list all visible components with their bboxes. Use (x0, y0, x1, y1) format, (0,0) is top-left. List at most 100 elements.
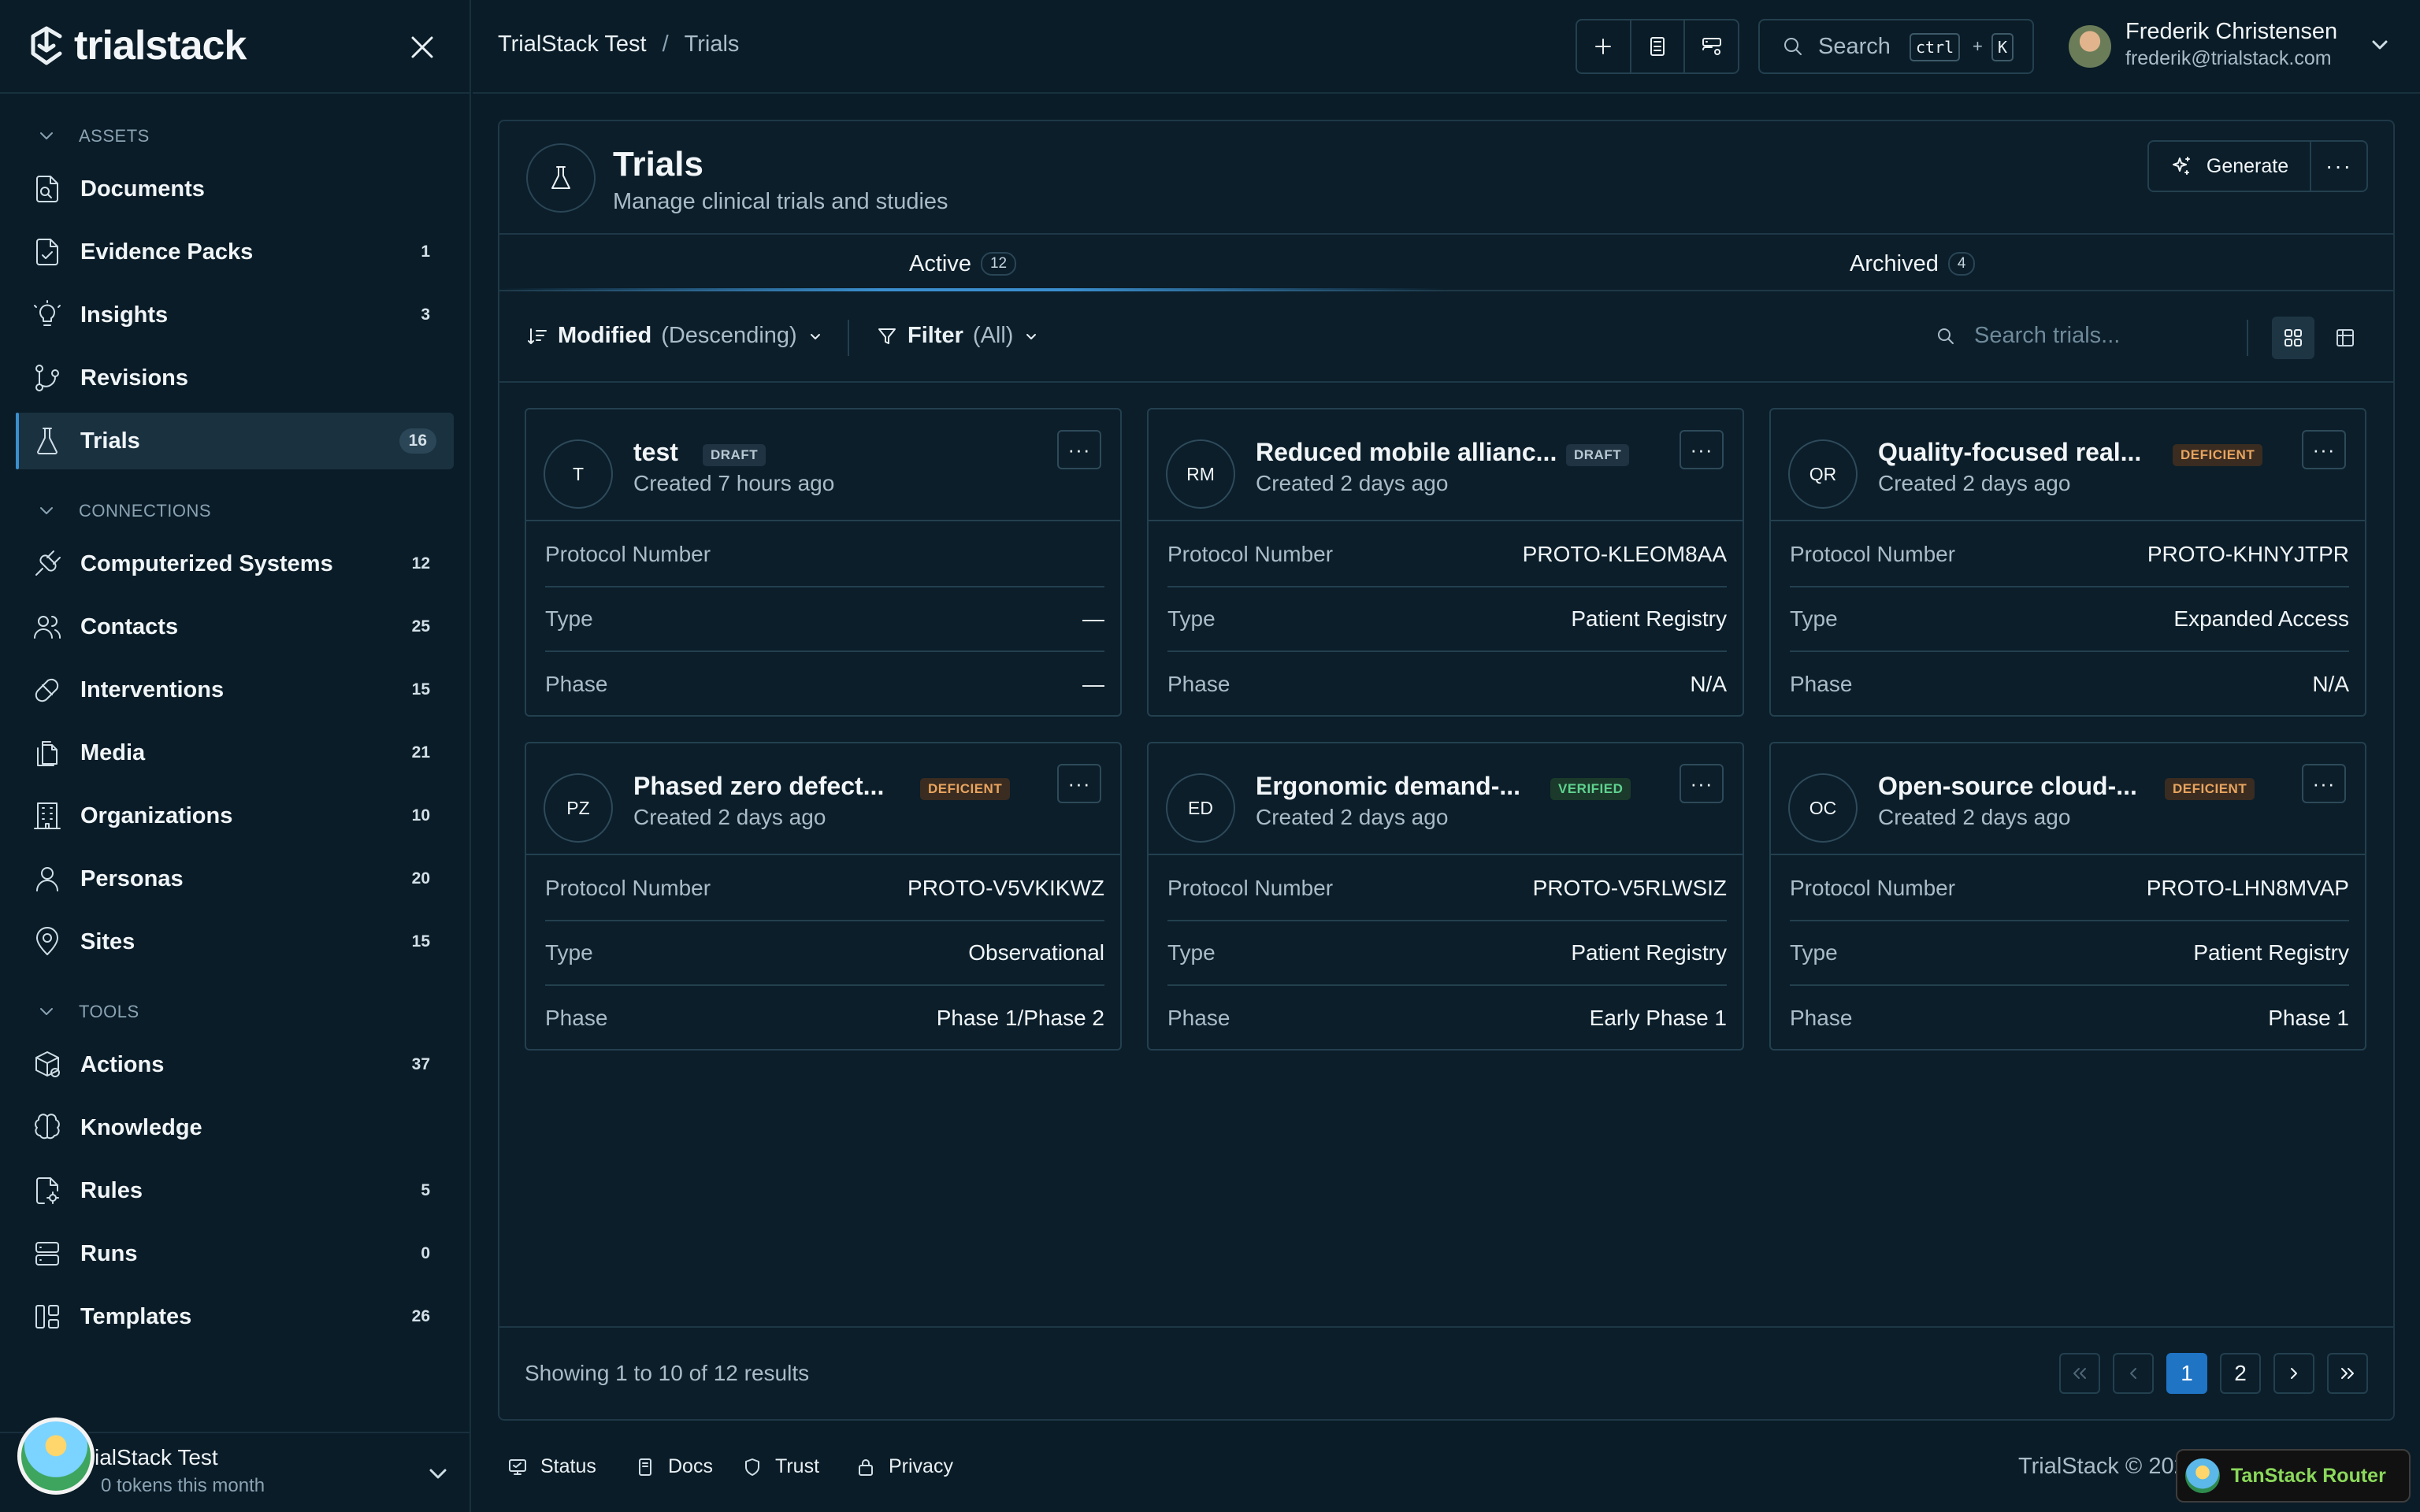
flask-icon (551, 166, 570, 189)
section-label: ASSETS (79, 126, 150, 146)
trial-created: Created 2 days ago (1256, 805, 1449, 829)
card-row: Phase — (545, 652, 1104, 717)
sidebar-item-rules[interactable]: Rules 5 (16, 1162, 454, 1219)
card-header: QR Quality-focused real... DEFICIENT Cre… (1771, 410, 2365, 521)
filter-dropdown[interactable]: Filter (All) (876, 323, 1040, 349)
sidebar-item-label: Insights (80, 302, 169, 328)
section-tools[interactable]: TOOLS (35, 1000, 139, 1024)
file-cog-icon (36, 1177, 59, 1204)
tab-archived[interactable]: Archived 4 (1850, 235, 1976, 293)
trial-search[interactable]: Search trials... (1935, 323, 2120, 349)
trial-title: Phased zero defect... (633, 772, 885, 800)
row-value: N/A (1690, 672, 1727, 696)
sidebar-item-sites[interactable]: Sites 15 (16, 914, 454, 970)
trust-link[interactable]: Trust (742, 1455, 819, 1478)
lightbulb-icon (34, 300, 61, 326)
page-1-button[interactable]: 1 (2166, 1353, 2207, 1394)
sidebar-item-personas[interactable]: Personas 20 (16, 850, 454, 907)
row-key: Type (1167, 940, 1216, 965)
page-2-button[interactable]: 2 (2220, 1353, 2261, 1394)
sidebar-item-templates[interactable]: Templates 26 (16, 1288, 454, 1345)
close-sidebar-icon[interactable] (406, 32, 438, 63)
chevron-down-icon (40, 1008, 53, 1015)
sidebar-item-trials[interactable]: Trials 16 (16, 413, 454, 469)
sidebar-item-label: Computerized Systems (80, 550, 333, 576)
section-assets[interactable]: ASSETS (35, 124, 150, 148)
calculator-button[interactable] (1631, 20, 1686, 72)
sidebar-item-organizations[interactable]: Organizations 10 (16, 788, 454, 844)
filter-icon (878, 328, 896, 344)
card-row: Protocol Number PROTO-LHN8MVAP (1790, 857, 2349, 921)
card-menu-button[interactable]: ··· (1680, 764, 1724, 803)
status-link[interactable]: Status (507, 1455, 596, 1478)
sidebar-item-count: 21 (411, 743, 430, 762)
trust-label: Trust (775, 1455, 820, 1477)
divider (848, 320, 849, 356)
card-menu-button[interactable]: ··· (1057, 430, 1101, 469)
add-button[interactable] (1577, 20, 1631, 72)
breadcrumb-workspace[interactable]: TrialStack Test (498, 32, 647, 57)
status-badge: DRAFT (703, 444, 766, 466)
sidebar-item-media[interactable]: Media 21 (16, 724, 454, 781)
sidebar-item-revisions[interactable]: Revisions (16, 350, 454, 406)
sidebar-item-evidence-packs[interactable]: Evidence Packs 1 (16, 224, 454, 280)
status-badge: DEFICIENT (2173, 444, 2263, 466)
sidebar-item-count: 37 (411, 1055, 430, 1073)
sidebar-item-insights[interactable]: Insights 3 (16, 287, 454, 343)
row-value: PROTO-KLEOM8AA (1522, 542, 1727, 566)
workspace-name: ialStack Test (95, 1445, 218, 1469)
trial-card[interactable]: QR Quality-focused real... DEFICIENT Cre… (1769, 408, 2366, 717)
sidebar-item-knowledge[interactable]: Knowledge (16, 1099, 454, 1156)
docs-link[interactable]: Docs (635, 1455, 713, 1478)
privacy-link[interactable]: Privacy (856, 1455, 953, 1478)
trial-card[interactable]: T test DRAFT Created 7 hours ago ··· Pro… (525, 408, 1122, 717)
next-page-button[interactable] (2273, 1353, 2314, 1394)
server-settings-button[interactable] (1685, 20, 1738, 72)
generate-button[interactable]: Generate (2149, 142, 2311, 191)
trial-title: Open-source cloud-... (1878, 772, 2137, 800)
more-options-button[interactable]: ··· (2311, 142, 2366, 191)
sidebar-item-interventions[interactable]: Interventions 15 (16, 662, 454, 718)
row-key: Phase (545, 1006, 608, 1030)
trial-card[interactable]: ED Ergonomic demand-... VERIFIED Created… (1147, 742, 1744, 1051)
card-menu-button[interactable]: ··· (1680, 430, 1724, 469)
plug-icon (35, 550, 61, 576)
sidebar-item-computerized-systems[interactable]: Computerized Systems 12 (16, 536, 454, 592)
sidebar-item-actions[interactable]: Actions 37 (16, 1036, 454, 1093)
chevron-down-icon[interactable] (424, 1459, 452, 1488)
sidebar-item-label: Documents (80, 176, 205, 202)
chevron-down-icon[interactable] (2366, 32, 2393, 58)
section-connections[interactable]: CONNECTIONS (35, 499, 211, 523)
sidebar-item-count: 3 (421, 306, 430, 324)
card-menu-button[interactable]: ··· (2302, 430, 2346, 469)
card-row: Phase Phase 1/Phase 2 (545, 986, 1104, 1051)
tanstack-router-devtools-button[interactable]: TanStack Router (2176, 1449, 2411, 1503)
user-avatar[interactable] (2069, 25, 2111, 68)
tab-active[interactable]: Active 12 (909, 235, 1017, 293)
trial-card[interactable]: OC Open-source cloud-... DEFICIENT Creat… (1769, 742, 2366, 1051)
table-view-button[interactable] (2324, 317, 2366, 359)
kbd-k: K (1991, 33, 2014, 61)
workspace-avatar[interactable] (17, 1418, 95, 1495)
page-icon (526, 143, 596, 213)
sidebar-item-documents[interactable]: Documents (16, 161, 454, 217)
flask-icon (37, 428, 58, 454)
breadcrumb-separator: / (662, 32, 669, 57)
grid-icon (2285, 329, 2302, 346)
sidebar-item-contacts[interactable]: Contacts 25 (16, 598, 454, 655)
card-menu-button[interactable]: ··· (2302, 764, 2346, 803)
trial-card[interactable]: PZ Phased zero defect... DEFICIENT Creat… (525, 742, 1122, 1051)
brain-icon (35, 1114, 60, 1140)
global-search[interactable]: Search ctrl + K (1758, 19, 2034, 74)
first-page-button[interactable] (2059, 1353, 2100, 1394)
sort-dropdown[interactable]: Modified (Descending) (526, 323, 824, 349)
prev-page-button[interactable] (2113, 1353, 2154, 1394)
card-menu-button[interactable]: ··· (1057, 764, 1101, 803)
trial-card[interactable]: RM Reduced mobile allianc... DRAFT Creat… (1147, 408, 1744, 717)
sidebar-item-count: 5 (421, 1181, 430, 1199)
sidebar-item-runs[interactable]: Runs 0 (16, 1225, 454, 1282)
grid-view-button[interactable] (2272, 317, 2314, 359)
trial-search-placeholder: Search trials... (1974, 323, 2121, 348)
last-page-button[interactable] (2327, 1353, 2368, 1394)
page-subtitle: Manage clinical trials and studies (613, 189, 948, 214)
